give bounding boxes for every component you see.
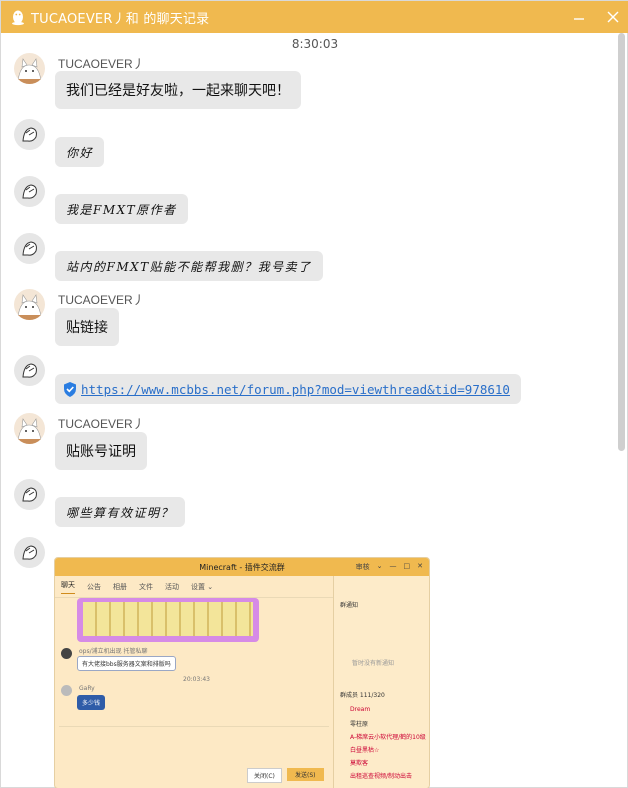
message-bubble[interactable]: 哪些算有效证明？	[55, 497, 186, 527]
sketch-avatar-icon	[14, 119, 45, 150]
cat-avatar-icon	[14, 289, 45, 320]
avatar-contact[interactable]	[14, 233, 45, 264]
screenshot-bubble: 多少钱	[77, 695, 106, 710]
screenshot-time: 20:03:43	[183, 676, 210, 683]
avatar-contact[interactable]	[14, 479, 45, 510]
sender-name: TUCAOEVER丿	[58, 417, 145, 431]
message-bubble[interactable]: 贴链接	[55, 308, 119, 346]
qq-penguin-icon	[12, 10, 24, 26]
message-bubble[interactable]: 贴账号证明	[55, 432, 147, 470]
screenshot-close-button: 关闭(C)	[247, 768, 282, 783]
screenshot-member: Dream	[350, 706, 371, 713]
security-shield-icon	[64, 381, 76, 397]
screenshot-sender: ops/浦立机出现 托管私聊	[79, 648, 148, 655]
screenshot-header-label: ✕	[417, 562, 423, 570]
screenshot-member: 莫欺客	[350, 760, 369, 767]
chat-history-window: TUCAOEVER丿和 的聊天记录 8:30:03 TUCAOEVER丿 我们已…	[0, 0, 628, 788]
sketch-avatar-icon	[14, 355, 45, 386]
avatar-user[interactable]	[14, 289, 45, 320]
close-icon	[607, 11, 619, 23]
screenshot-bubble: 有大佬接bbs服务器文案和排版吗	[77, 656, 176, 671]
thread-link[interactable]: https://www.mcbbs.net/forum.php?mod=view…	[81, 382, 510, 397]
message-bubble[interactable]: 站内的FMXT贴能不能帮我删？我号卖了	[55, 251, 323, 281]
screenshot-tab: 设置 ⌄	[191, 582, 214, 591]
close-button[interactable]	[605, 9, 621, 25]
screenshot-send-button: 发送(S)	[287, 768, 324, 781]
message-bubble[interactable]: 我们已经是好友啦，一起来聊天吧！	[55, 71, 301, 109]
screenshot-title: Minecraft - 插件交流群	[199, 562, 285, 572]
timestamp: 8:30:03	[291, 37, 339, 51]
avatar-contact[interactable]	[14, 537, 45, 568]
message-bubble[interactable]: 你好	[55, 137, 105, 167]
image-message-screenshot[interactable]: Minecraft - 插件交流群 审核 ⌄ — □ ✕ 聊天 公告 相册 文件…	[54, 557, 430, 788]
screenshot-sidebar: 群通知 暂时没有新通知 群成员 111/320 Dream 零柱原 A-梯席云小…	[333, 576, 429, 788]
avatar-user[interactable]	[14, 53, 45, 84]
title-bar[interactable]: TUCAOEVER丿和 的聊天记录	[1, 1, 628, 33]
screenshot-sticker-image	[77, 598, 259, 642]
screenshot-member: 零柱原	[350, 721, 369, 728]
screenshot-chat-area: ops/浦立机出现 托管私聊 有大佬接bbs服务器文案和排版吗 20:03:43…	[55, 598, 335, 788]
screenshot-no-notice: 暂时没有新通知	[352, 660, 395, 667]
sketch-avatar-icon	[14, 537, 45, 568]
screenshot-avatar	[61, 685, 72, 696]
link-message-bubble[interactable]: https://www.mcbbs.net/forum.php?mod=view…	[55, 374, 521, 404]
avatar-contact[interactable]	[14, 176, 45, 207]
screenshot-members-label: 群成员 111/320	[340, 692, 385, 699]
screenshot-sender: GaRy	[79, 685, 95, 692]
screenshot-header-label: □	[403, 562, 411, 570]
screenshot-header-label: —	[389, 562, 397, 570]
screenshot-tab: 文件	[139, 582, 153, 591]
screenshot-member: 出租巡查视频/制动出击	[350, 773, 413, 780]
minimize-button[interactable]	[571, 9, 587, 25]
screenshot-tab: 相册	[113, 582, 127, 591]
screenshot-tab: 聊天	[61, 580, 75, 594]
avatar-contact[interactable]	[14, 119, 45, 150]
sketch-avatar-icon	[14, 479, 45, 510]
scrollbar[interactable]	[618, 33, 625, 451]
screenshot-member: A-梯席云小软代理/鹤的10级	[350, 734, 426, 741]
screenshot-tab: 公告	[87, 582, 101, 591]
sender-name: TUCAOEVER丿	[58, 293, 145, 307]
screenshot-titlebar: Minecraft - 插件交流群 审核 ⌄ — □ ✕	[55, 558, 429, 576]
sketch-avatar-icon	[14, 233, 45, 264]
cat-avatar-icon	[14, 53, 45, 84]
avatar-user[interactable]	[14, 413, 45, 444]
message-list[interactable]: 8:30:03 TUCAOEVER丿 我们已经是好友啦，一起来聊天吧！ 你好 我…	[1, 33, 628, 788]
window-title: TUCAOEVER丿和 的聊天记录	[31, 11, 210, 27]
minimize-icon	[574, 18, 584, 20]
message-bubble[interactable]: 我是FMXT原作者	[55, 194, 188, 224]
screenshot-notice-label: 群通知	[340, 602, 359, 609]
screenshot-header-label: 审核	[355, 563, 370, 571]
sender-name: TUCAOEVER丿	[58, 57, 145, 71]
cat-avatar-icon	[14, 413, 45, 444]
screenshot-tab: 活动	[165, 582, 179, 591]
screenshot-avatar	[61, 648, 72, 659]
screenshot-header-label: ⌄	[376, 562, 383, 570]
sketch-avatar-icon	[14, 176, 45, 207]
avatar-contact[interactable]	[14, 355, 45, 386]
screenshot-member: 白昼黑枯☆	[350, 747, 380, 754]
screenshot-toolbar	[59, 726, 329, 736]
